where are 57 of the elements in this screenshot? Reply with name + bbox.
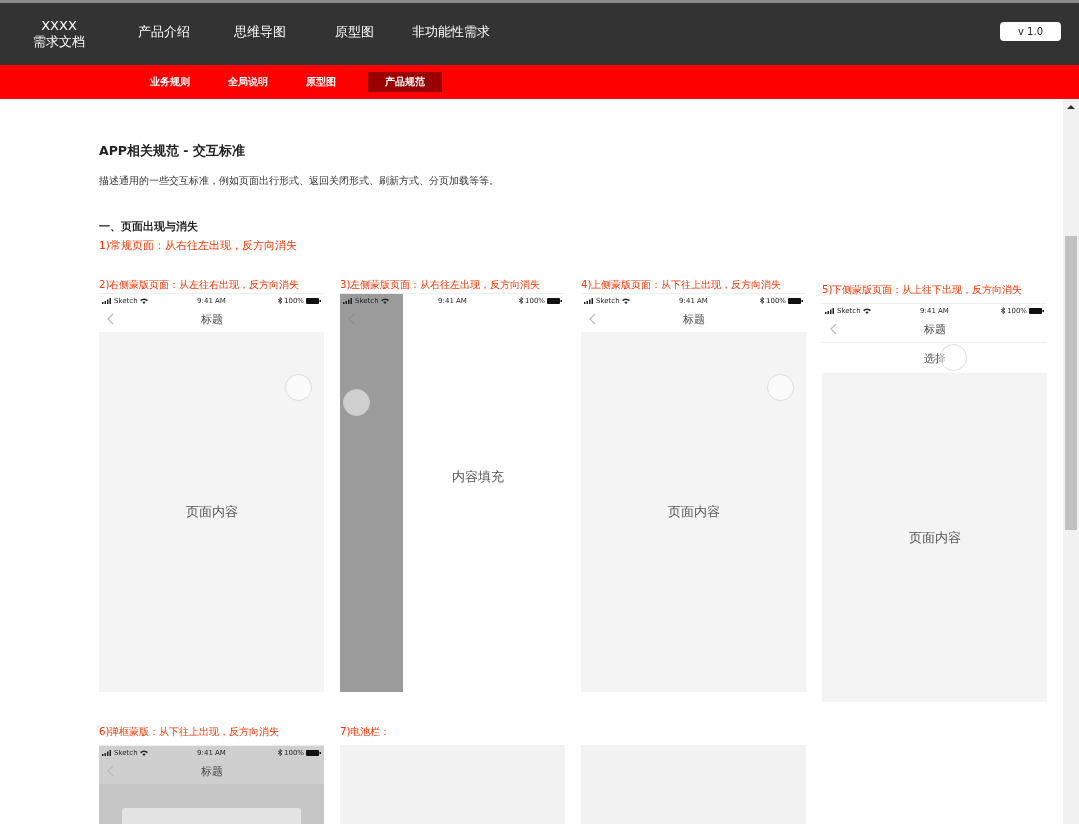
rule-caption: 4)上侧蒙版页面：从下往上出现，反方向消失 (581, 279, 782, 290)
bluetooth-icon (519, 297, 523, 304)
sub-nav-tab[interactable]: 业务规则 (140, 72, 200, 92)
touch-indicator-icon (285, 374, 312, 401)
battery-icon (1029, 307, 1044, 314)
wifi-icon (621, 297, 630, 304)
screen-content-text: 页面内容 (908, 528, 961, 547)
rule-caption: 2)右侧蒙版页面：从左往右出现，反方向消失 (99, 279, 300, 290)
sub-nav-tab[interactable]: 原型图 (296, 72, 346, 92)
touch-indicator-icon (767, 374, 794, 401)
page-title: APP相关规范 - 交互标准 (99, 143, 246, 160)
logo-text: XXXX (41, 18, 77, 34)
screen-title: 标题 (200, 312, 223, 327)
screen-title: 标题 (200, 764, 223, 779)
bluetooth-icon (278, 297, 282, 304)
nav-link[interactable]: 产品介绍 (138, 23, 234, 45)
battery-icon (306, 297, 321, 304)
section-heading: 一、页面出现与消失 (99, 220, 199, 234)
battery-icon (547, 297, 562, 304)
rule-caption: 5)下侧蒙版页面：从上往下出现，反方向消失 (822, 284, 1023, 295)
nav-link[interactable]: 原型图 (335, 23, 412, 45)
rule-caption: 6)弹框蒙版：从下往上出现，反方向消失 (99, 726, 280, 737)
scrollbar[interactable] (1063, 99, 1079, 824)
wifi-icon (139, 749, 148, 756)
touch-indicator-icon (343, 389, 370, 416)
bluetooth-icon (1001, 307, 1005, 314)
bluetooth-icon (760, 297, 764, 304)
screen-title: 标题 (923, 322, 946, 337)
signal-icon (102, 749, 112, 756)
signal-icon (584, 297, 594, 304)
back-chevron-icon (589, 313, 596, 325)
signal-icon (102, 297, 112, 304)
screen-content-text: 内容填充 (451, 468, 504, 486)
rule-caption: 3)左侧蒙版页面：从右往左出现，反方向消失 (340, 279, 541, 290)
version-button[interactable]: v 1.0 (1000, 21, 1061, 41)
screen-title: 标题 (682, 312, 705, 327)
nav-link[interactable]: 非功能性需求 (412, 23, 508, 45)
signal-icon (825, 307, 835, 314)
bluetooth-icon (278, 749, 282, 756)
battery-icon (788, 297, 803, 304)
nav-link[interactable]: 思维导图 (234, 23, 335, 45)
wifi-icon (862, 307, 871, 314)
rule-caption: 7)电池栏： (340, 726, 391, 737)
rule-caption: 1)常规页面：从右往左出现，反方向消失 (99, 239, 298, 253)
screen-content-text: 页面内容 (185, 503, 238, 521)
scrollbar-thumb[interactable] (1065, 236, 1077, 530)
wifi-icon (139, 297, 148, 304)
battery-icon (306, 749, 321, 756)
sub-nav-tab[interactable]: 全局说明 (218, 72, 278, 92)
screen-content-text: 页面内容 (667, 503, 720, 521)
logo-text: 需求文档 (33, 34, 85, 50)
sub-nav-tab[interactable]: 产品规范 (368, 72, 442, 92)
page-description: 描述通用的一些交互标准，例如页面出行形式、返回关闭形式、刷新方式、分页加载等等。 (99, 174, 500, 188)
back-chevron-icon (107, 313, 114, 325)
scroll-up-icon[interactable] (1067, 104, 1075, 110)
option-text: 选择 (923, 350, 946, 366)
back-chevron-icon (830, 323, 837, 335)
